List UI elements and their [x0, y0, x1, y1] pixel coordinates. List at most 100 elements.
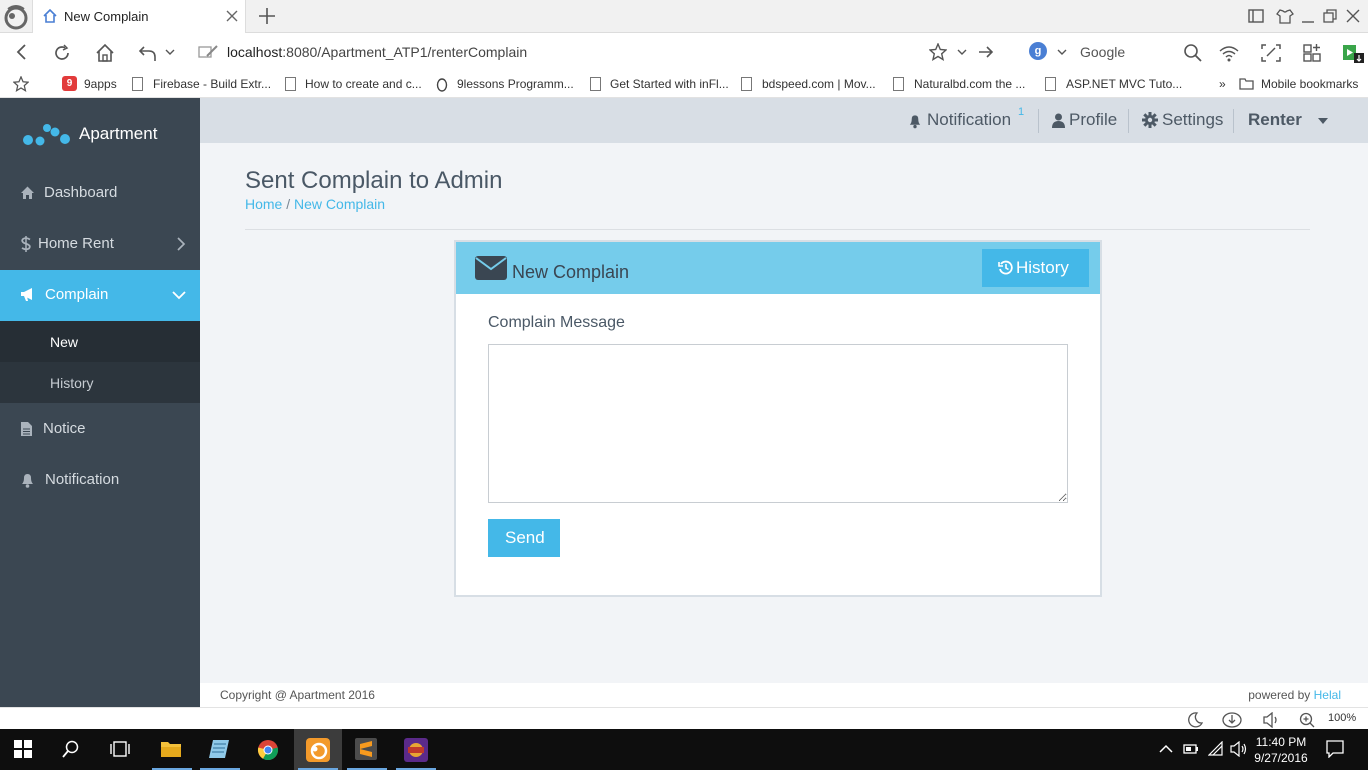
sidebar-item-dashboard[interactable]: Dashboard: [0, 168, 200, 219]
download-manager-icon[interactable]: [1222, 712, 1242, 728]
bookmarks-bar: 9 9apps Firebase - Build Extr... How to …: [0, 71, 1368, 98]
reload-icon[interactable]: [52, 43, 72, 63]
divider: [1128, 109, 1129, 133]
sidebar-item-complain[interactable]: Complain: [0, 270, 200, 321]
search-icon[interactable]: [1183, 43, 1203, 63]
main-content: Sent Complain to Admin Home / New Compla…: [200, 143, 1368, 683]
breadcrumb-home-link[interactable]: Home: [245, 196, 282, 212]
bookmark-star-icon[interactable]: [929, 43, 947, 61]
bookmark-item[interactable]: Get Started with inFl...: [610, 77, 729, 91]
page-icon: [741, 77, 752, 91]
mobile-bookmarks-link[interactable]: Mobile bookmarks: [1261, 77, 1358, 91]
sidebar-item-label: Dashboard: [44, 184, 118, 201]
uc-browser-logo-icon[interactable]: [2, 3, 30, 31]
home-icon[interactable]: [95, 43, 115, 63]
night-mode-moon-icon[interactable]: [1187, 712, 1203, 728]
close-window-icon[interactable]: [1345, 8, 1361, 24]
9apps-icon[interactable]: 9: [62, 76, 77, 91]
browser-tab-bar: New Complain: [0, 0, 1368, 33]
sidebar-subitem-new[interactable]: New: [0, 321, 200, 362]
action-center-icon[interactable]: [1326, 740, 1344, 758]
media-download-icon[interactable]: [1342, 43, 1366, 65]
speaker-icon[interactable]: [1230, 741, 1248, 757]
volume-icon[interactable]: [1262, 712, 1280, 728]
notepad-icon: [209, 740, 229, 758]
minimize-window-icon[interactable]: [1300, 8, 1316, 24]
bookmark-item[interactable]: ASP.NET MVC Tuto...: [1066, 77, 1182, 91]
powered-by: powered by Helal: [1248, 688, 1341, 702]
battery-icon[interactable]: [1183, 743, 1199, 755]
screenshot-icon[interactable]: [1260, 43, 1282, 63]
bookmark-item[interactable]: bdspeed.com | Mov...: [762, 77, 876, 91]
address-url[interactable]: localhost:8080/Apartment_ATP1/renterComp…: [227, 44, 527, 60]
close-tab-icon[interactable]: [225, 9, 239, 23]
caret-down-icon: [1318, 118, 1328, 124]
taskbar-game-app[interactable]: [392, 729, 440, 770]
shirt-skin-icon[interactable]: [1276, 8, 1294, 24]
author-link[interactable]: Helal: [1314, 688, 1341, 702]
sidebar-item-home-rent[interactable]: Home Rent: [0, 219, 200, 270]
folder-icon: [1239, 78, 1254, 90]
copyright-text: Copyright @ Apartment 2016: [220, 688, 375, 702]
windows-start-icon[interactable]: [14, 740, 32, 758]
tab-title: New Complain: [64, 9, 149, 24]
restore-window-icon[interactable]: [1322, 8, 1338, 24]
search-engine-placeholder[interactable]: Google: [1080, 44, 1125, 60]
breadcrumb: Home / New Complain: [245, 196, 385, 212]
page-title: Sent Complain to Admin: [245, 167, 503, 194]
browser-tab-active[interactable]: New Complain: [32, 0, 246, 33]
complain-message-textarea[interactable]: [488, 344, 1068, 503]
task-view-icon[interactable]: [110, 740, 130, 758]
app-footer: Copyright @ Apartment 2016 powered by He…: [200, 683, 1368, 707]
site-security-icon[interactable]: [198, 43, 220, 61]
sidebar-item-notice[interactable]: Notice: [0, 404, 200, 455]
bookmark-star-icon[interactable]: [13, 76, 29, 92]
new-tab-icon[interactable]: [258, 7, 276, 25]
sidebar-subitem-history[interactable]: History: [0, 362, 200, 403]
undo-icon[interactable]: [138, 43, 158, 63]
extensions-grid-icon[interactable]: [1302, 43, 1324, 63]
search-icon[interactable]: [62, 740, 80, 758]
chevron-up-icon[interactable]: [1159, 744, 1173, 754]
topbar-settings-label: Settings: [1162, 110, 1224, 129]
more-bookmarks-chevron[interactable]: »: [1219, 77, 1226, 91]
taskbar-notepad-app[interactable]: [196, 729, 244, 770]
bookmark-item[interactable]: Naturalbd.com the ...: [914, 77, 1025, 91]
bookmark-item[interactable]: How to create and c...: [305, 77, 422, 91]
brand[interactable]: Apartment: [0, 98, 200, 170]
taskbar-file-explorer[interactable]: [148, 729, 196, 770]
taskbar-sublime-app[interactable]: [343, 729, 391, 770]
sidebar-subitem-label: History: [50, 375, 94, 391]
history-button-label: History: [1016, 258, 1069, 277]
sidebar-toggle-icon[interactable]: [1247, 8, 1265, 24]
topbar-notification-label: Notification: [927, 110, 1012, 129]
sidebar-item-notification[interactable]: Notification: [0, 455, 200, 506]
search-engine-badge[interactable]: g: [1029, 42, 1047, 60]
taskbar-chrome-app[interactable]: [244, 729, 292, 770]
card-header: New Complain History: [456, 242, 1100, 294]
history-button[interactable]: History: [982, 249, 1089, 287]
wifi-share-icon[interactable]: [1218, 43, 1240, 63]
chevron-down-icon[interactable]: [956, 43, 968, 61]
go-arrow-icon[interactable]: [977, 43, 995, 61]
clock-date: 9/27/2016: [1254, 751, 1308, 765]
complain-message-label: Complain Message: [488, 314, 625, 331]
page-icon: [132, 77, 143, 91]
breadcrumb-current-link[interactable]: New Complain: [294, 196, 385, 212]
bookmark-item[interactable]: Firebase - Build Extr...: [153, 77, 271, 91]
wifi-icon[interactable]: [1208, 741, 1224, 757]
zoom-level[interactable]: 100%: [1328, 712, 1356, 724]
page-icon: [1045, 77, 1056, 91]
zoom-icon[interactable]: [1299, 712, 1315, 728]
chevron-down-icon[interactable]: [1056, 43, 1068, 61]
back-icon[interactable]: [13, 43, 31, 61]
chevron-down-icon[interactable]: [164, 43, 176, 61]
system-clock[interactable]: 11:40 PM 9/27/2016: [1250, 734, 1312, 766]
chrome-icon: [257, 740, 279, 761]
send-button[interactable]: Send: [488, 519, 560, 557]
bookmark-item[interactable]: 9lessons Programm...: [457, 77, 574, 91]
breadcrumb-separator: /: [286, 196, 291, 212]
sublime-text-icon: [355, 738, 377, 760]
taskbar-uc-browser-app[interactable]: [294, 729, 342, 770]
bookmark-item[interactable]: 9apps: [84, 77, 117, 91]
